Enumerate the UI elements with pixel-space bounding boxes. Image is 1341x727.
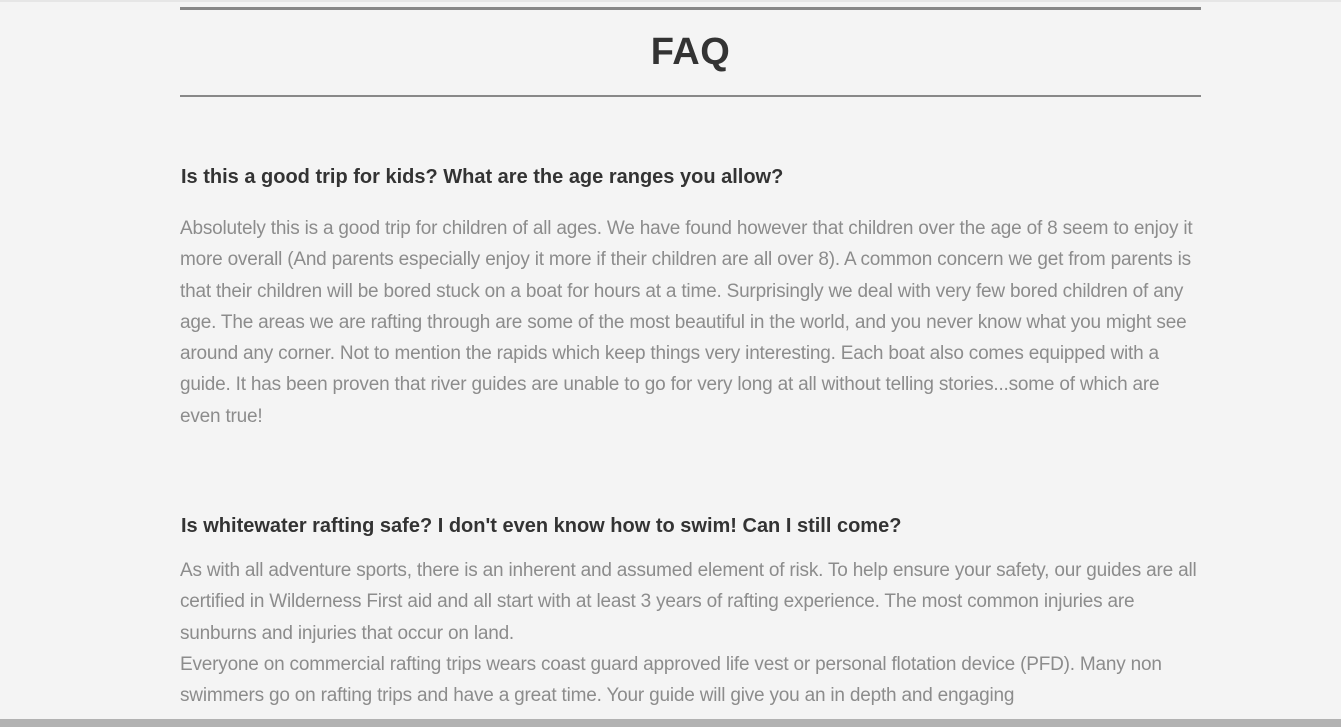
faq-question-safety: Is whitewater rafting safe? I don't even… <box>181 515 902 537</box>
top-edge <box>0 0 1341 2</box>
faq-answer-kids: Absolutely this is a good trip for child… <box>180 213 1201 432</box>
faq-answer-paragraph: As with all adventure sports, there is a… <box>180 560 1197 644</box>
bottom-scroll-edge <box>0 719 1341 727</box>
faq-answer-safety: As with all adventure sports, there is a… <box>180 555 1201 711</box>
faq-answer-paragraph: Everyone on commercial rafting trips wea… <box>180 653 1162 707</box>
page-title: FAQ <box>650 31 731 73</box>
title-top-divider <box>180 7 1201 10</box>
faq-question-kids: Is this a good trip for kids? What are t… <box>181 166 784 188</box>
title-bottom-divider <box>180 95 1201 97</box>
faq-answer-paragraph: Absolutely this is a good trip for child… <box>180 218 1193 427</box>
